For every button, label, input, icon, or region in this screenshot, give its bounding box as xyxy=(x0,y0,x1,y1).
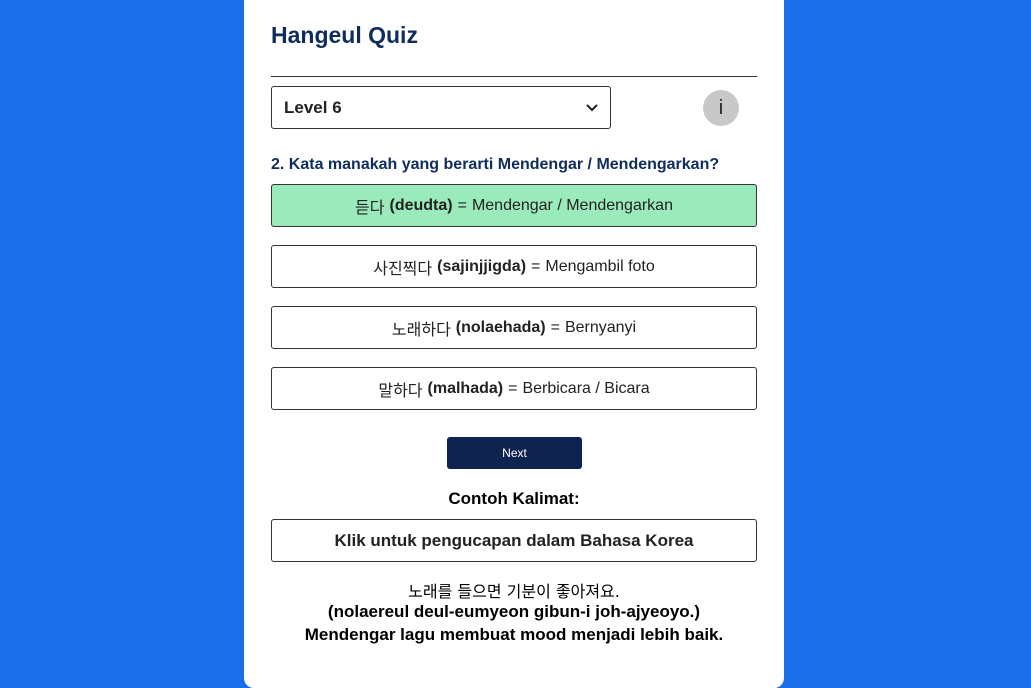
option-romanization: (deudta) xyxy=(389,196,453,214)
answer-option-4[interactable]: 말하다 (malhada) = Berbicara / Bicara xyxy=(271,367,757,410)
option-korean: 듣다 xyxy=(355,197,385,217)
example-romanization: (nolaereul deul-eumyeon gibun-i joh-ajye… xyxy=(327,602,701,621)
option-equals: = xyxy=(550,318,560,336)
option-korean: 말하다 xyxy=(378,380,423,400)
divider xyxy=(271,76,757,77)
quiz-card: Hangeul Quiz Level 6 i 2. Kata manakah y… xyxy=(244,0,784,688)
chevron-down-icon xyxy=(586,101,598,115)
option-equals: = xyxy=(457,196,467,214)
example-translation: Mendengar lagu membuat mood menjadi lebi… xyxy=(304,625,724,644)
option-meaning: Mendengar / Mendengarkan xyxy=(471,196,673,214)
example-heading: Contoh Kalimat: xyxy=(448,489,580,508)
option-romanization: (malhada) xyxy=(427,379,504,397)
option-korean: 사진찍다 xyxy=(373,258,433,278)
level-select[interactable]: Level 6 xyxy=(271,86,611,129)
option-romanization: (nolaehada) xyxy=(455,318,546,336)
answer-option-2[interactable]: 사진찍다 (sajinjjigda) = Mengambil foto xyxy=(271,245,757,288)
option-romanization: (sajinjjigda) xyxy=(437,257,527,275)
example-korean: 노래를 들으면 기분이 좋아져요. xyxy=(408,582,620,601)
option-meaning: Berbicara / Bicara xyxy=(522,379,650,397)
option-korean: 노래하다 xyxy=(391,319,451,339)
option-meaning: Bernyanyi xyxy=(564,318,637,336)
info-button[interactable]: i xyxy=(703,90,739,126)
level-select-value: Level 6 xyxy=(284,97,342,117)
next-button[interactable]: Next xyxy=(447,437,582,469)
option-equals: = xyxy=(531,257,541,275)
page-title: Hangeul Quiz xyxy=(271,22,418,48)
option-meaning: Mengambil foto xyxy=(545,257,655,275)
pronunciation-button[interactable]: Klik untuk pengucapan dalam Bahasa Korea xyxy=(271,519,757,562)
option-equals: = xyxy=(508,379,518,397)
question-text: 2. Kata manakah yang berarti Mendengar /… xyxy=(271,156,720,173)
answer-option-3[interactable]: 노래하다 (nolaehada) = Bernyanyi xyxy=(271,306,757,349)
answer-option-1[interactable]: 듣다 (deudta) = Mendengar / Mendengarkan xyxy=(271,184,757,227)
